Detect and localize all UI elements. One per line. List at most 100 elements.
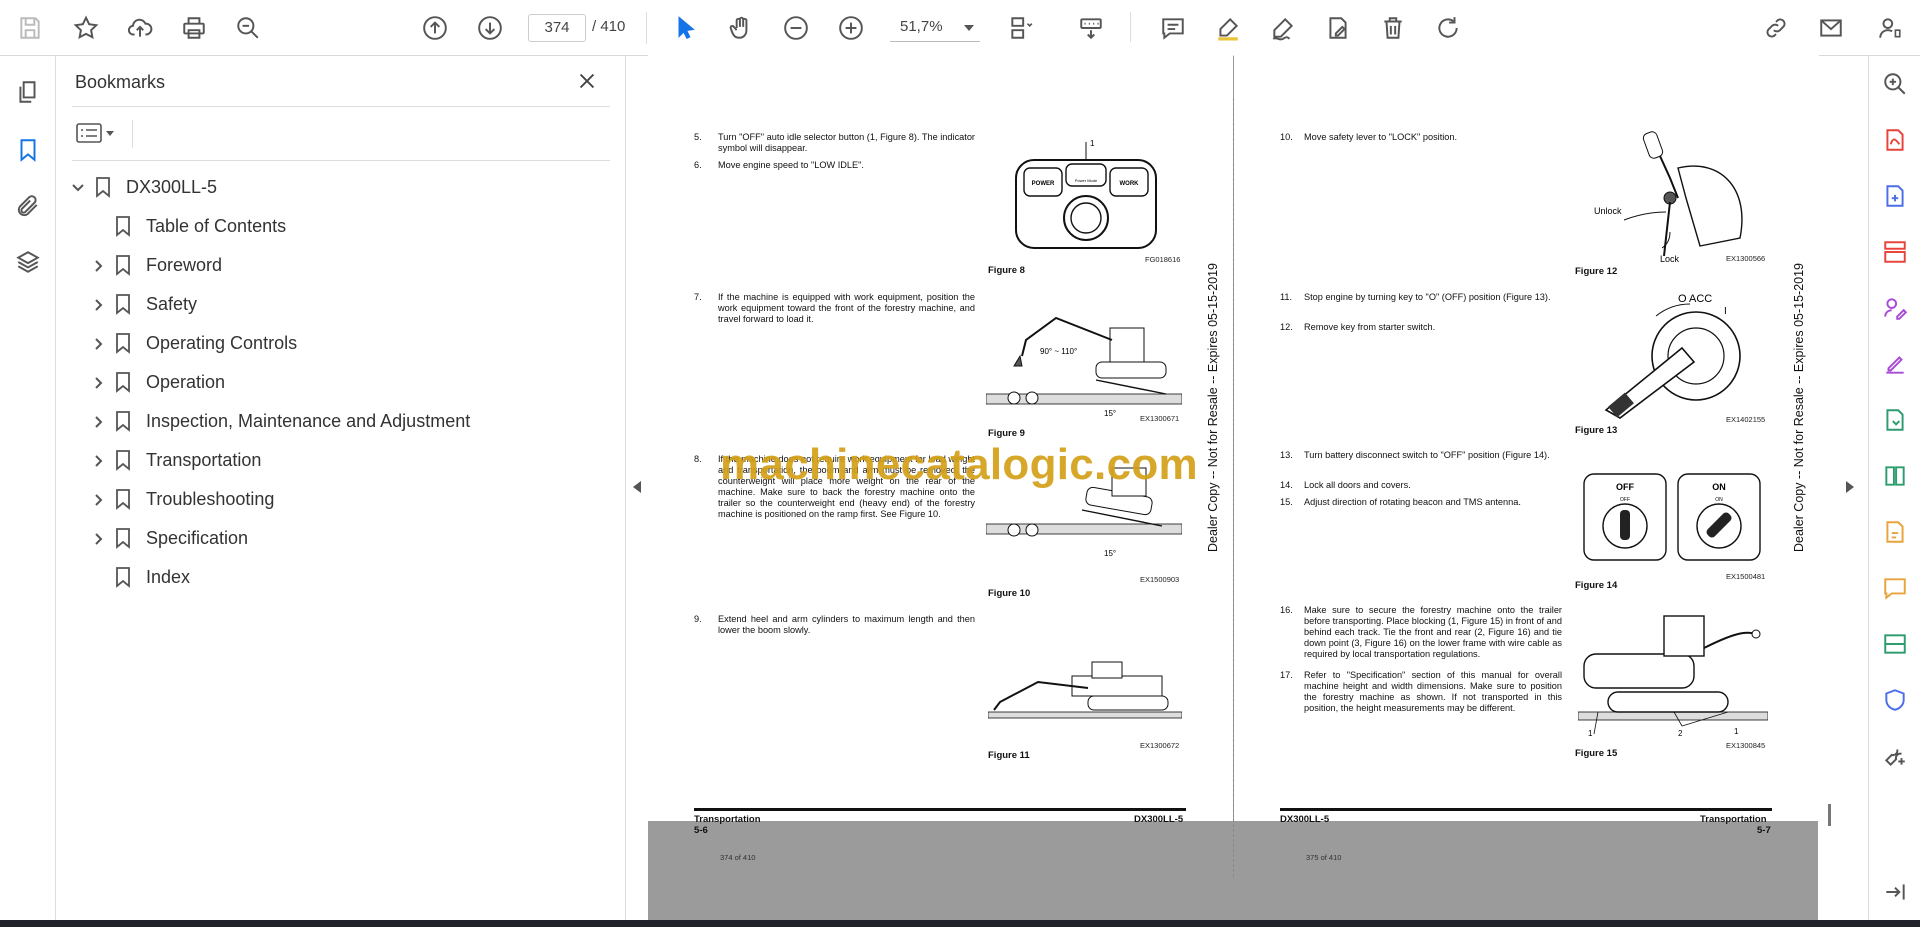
off-label: OFF [1616,482,1634,492]
right-panel-collapse-handle[interactable] [1818,56,1868,920]
bookmarks-icon[interactable] [10,132,46,168]
chevron-right-icon[interactable] [88,412,108,432]
email-icon[interactable] [1813,10,1849,46]
chevron-right-icon[interactable] [88,256,108,276]
page-thumbnails-icon[interactable] [10,74,46,110]
hand-tool-icon[interactable] [723,10,759,46]
chevron-right-icon[interactable] [88,334,108,354]
find-zoom-icon[interactable] [230,10,266,46]
figure-code: EX1300671 [1140,414,1180,423]
figure-key-switch: O ACC I [1586,290,1756,420]
collapse-rail-icon[interactable] [1879,876,1911,908]
redo-icon[interactable] [1430,10,1466,46]
chevron-right-icon[interactable] [88,373,108,393]
bookmark-root[interactable]: DX300LL-5 [68,168,217,207]
bookmark-item[interactable]: Operation [88,363,225,402]
bookmark-item[interactable]: Operating Controls [88,324,297,363]
chevron-right-icon[interactable] [88,451,108,471]
panel-divider [72,160,610,161]
organize-pages-icon[interactable] [1879,236,1911,268]
figure-caption: Figure 9 [988,428,1025,439]
zoom-select[interactable]: 51,7% [890,14,980,42]
layers-icon[interactable] [10,244,46,280]
chevron-right-icon[interactable] [88,529,108,549]
bookmark-icon [114,215,134,239]
export-pdf-icon[interactable] [1879,124,1911,156]
bookmark-item[interactable]: Table of Contents [88,207,286,246]
prev-page-icon[interactable] [417,10,453,46]
bookmark-item[interactable]: Transportation [88,441,261,480]
panel-collapse-handle[interactable] [626,56,648,920]
footer-model: DX300LL-5 [1134,814,1184,825]
figure-caption: Figure 12 [1575,266,1618,277]
bookmark-item[interactable]: Specification [88,519,248,558]
attachments-icon[interactable] [10,188,46,224]
on-label: ON [1715,497,1723,503]
select-cursor-icon[interactable] [668,10,704,46]
zoom-search-icon[interactable] [1879,68,1911,100]
page-divider [1233,98,1234,877]
toolbar-divider [1130,12,1131,44]
save-icon[interactable] [12,10,48,46]
figure-caption: Figure 13 [1575,425,1618,436]
chevron-right-icon[interactable] [88,490,108,510]
chevron-down-icon [106,130,114,136]
bookmark-icon [114,566,134,590]
power-label: POWER [1032,181,1055,187]
on-label: ON [1712,482,1726,492]
comment-icon[interactable] [1155,10,1191,46]
figure-caption: Figure 10 [988,588,1031,599]
zoom-out-icon[interactable] [778,10,814,46]
figure-code: EX1300672 [1140,741,1180,750]
export-file-icon[interactable] [1879,516,1911,548]
fill-and-sign-icon[interactable] [1879,348,1911,380]
highlight-icon[interactable] [1210,10,1246,46]
delete-icon[interactable] [1375,10,1411,46]
star-icon[interactable] [68,10,104,46]
draw-icon[interactable] [1265,10,1301,46]
bookmark-icon [114,527,134,551]
share-link-icon[interactable] [1758,10,1794,46]
page-number-input[interactable]: 374 [528,14,586,42]
panel-title: Bookmarks [75,72,166,92]
figure-caption: Figure 14 [1575,580,1618,591]
bookmark-item[interactable]: Index [88,558,190,597]
panel-divider [132,120,133,148]
angle-label: 15° [1104,409,1116,418]
create-pdf-icon[interactable] [1879,404,1911,436]
zoom-in-icon[interactable] [833,10,869,46]
close-icon[interactable] [576,70,602,96]
scroll-mode-icon[interactable] [1073,10,1109,46]
bookmark-item[interactable]: Safety [88,285,197,324]
scan-icon[interactable] [1879,628,1911,660]
page-of-label: 375 of 410 [1306,853,1342,862]
chevron-down-icon[interactable] [68,178,88,198]
compare-icon[interactable] [1879,460,1911,492]
scrollbar-thumb[interactable] [1828,804,1831,826]
figure-caption: Figure 11 [988,750,1030,761]
bookmark-item[interactable]: Foreword [88,246,222,285]
figure-control-panel: POWER WORK Power Mode 1 [1008,138,1166,256]
bookmark-options-button[interactable] [76,118,124,148]
protect-icon[interactable] [1879,684,1911,716]
request-signature-icon[interactable] [1879,292,1911,324]
cloud-upload-icon[interactable] [122,10,158,46]
chevron-right-icon[interactable] [88,295,108,315]
bookmark-item[interactable]: Inspection, Maintenance and Adjustment [88,402,470,441]
bookmark-label: Inspection, Maintenance and Adjustment [146,411,471,431]
bookmark-icon [114,371,134,395]
comment-tool-icon[interactable] [1879,572,1911,604]
fit-page-icon[interactable] [1003,10,1039,46]
more-tools-icon[interactable] [1879,740,1911,772]
zoom-value: 51,7% [900,18,943,35]
list-options-icon [76,123,102,143]
edit-pdf-icon[interactable] [1879,180,1911,212]
next-page-icon[interactable] [472,10,508,46]
bookmark-icon [114,254,134,278]
bookmark-icon [114,293,134,317]
account-icon[interactable] [1872,10,1908,46]
fill-sign-icon[interactable] [1320,10,1356,46]
print-icon[interactable] [176,10,212,46]
left-nav-rail [0,56,56,920]
bookmark-item[interactable]: Troubleshooting [88,480,274,519]
